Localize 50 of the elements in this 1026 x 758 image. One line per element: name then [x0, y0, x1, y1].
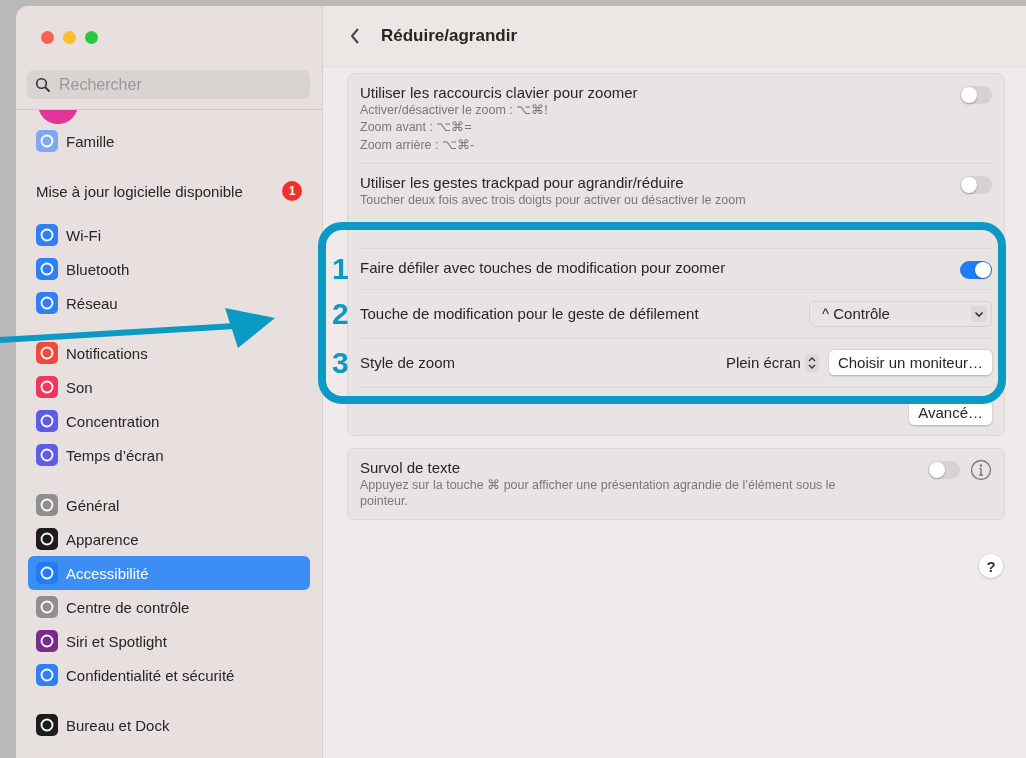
minimize-icon[interactable] — [63, 31, 76, 44]
setting-label: Touche de modification pour le geste de défilement — [360, 305, 700, 323]
sidebar-item[interactable]: Wi-Fi — [28, 218, 310, 252]
sidebar-item[interactable]: Général — [28, 488, 310, 522]
sidebar-item[interactable]: Apparence — [28, 522, 310, 556]
annotation-number: 1 — [332, 251, 349, 286]
sidebar-item[interactable]: Famille — [28, 124, 310, 158]
stepper-arrows-icon — [804, 353, 819, 372]
chevron-down-icon — [971, 305, 987, 322]
toggle-switch[interactable] — [960, 175, 992, 194]
setting-description: Toucher deux fois avec trois doigts pour activer ou désactiver le zoom — [360, 191, 747, 208]
setting-label: Survol de texte — [360, 458, 462, 476]
sidebar-item[interactable]: Réseau — [28, 286, 310, 320]
sidebar-label: Mise à jour logicielle disponible — [36, 182, 243, 200]
annotation-number: 3 — [332, 345, 349, 380]
close-icon[interactable] — [41, 31, 54, 44]
toggle-switch[interactable] — [928, 460, 960, 479]
search-icon — [35, 76, 51, 93]
setting-description: Appuyez sur la touche ⌘ pour afficher une présentation agrandie de l’élément sous le pointeur. — [360, 476, 837, 510]
setting-label: Style de zoom — [360, 354, 457, 372]
search-field[interactable]: Rechercher — [27, 70, 310, 99]
notification-badge: 1 — [282, 181, 302, 201]
sidebar-item[interactable]: Centre de contrôle — [28, 590, 310, 624]
search-input[interactable]: Rechercher — [57, 74, 302, 95]
sidebar-item[interactable]: Concentration — [28, 404, 310, 438]
sidebar-item[interactable]: Notifications — [28, 336, 310, 370]
back-icon[interactable] — [349, 27, 361, 45]
sidebar-item[interactable]: Siri et Spotlight — [28, 624, 310, 658]
setting-label: Utiliser les gestes trackpad pour agrandir/réduire — [360, 173, 685, 191]
setting-label: Utiliser les raccourcis clavier pour zoomer — [360, 84, 639, 101]
sidebar-item[interactable]: Son — [28, 370, 310, 404]
setting-description: Activer/désactiver le zoom : ⌥⌘! — [360, 102, 549, 119]
setting-label: Faire défiler avec touches de modification pour zoomer — [360, 258, 727, 276]
choose-monitor-button[interactable]: Choisir un moniteur… — [828, 350, 992, 376]
sidebar-item[interactable]: Confidentialité et sécurité — [28, 658, 310, 692]
page-title: Réduire/agrandir — [381, 26, 518, 46]
zoom-icon[interactable] — [85, 31, 98, 44]
sidebar-item[interactable]: Temps d’écran — [28, 438, 310, 472]
sidebar-item[interactable]: Bluetooth — [28, 252, 310, 286]
setting-description: Zoom arrière : ⌥⌘- — [360, 136, 476, 153]
toggle-switch[interactable] — [960, 86, 992, 104]
dropdown[interactable]: ^ Contrôle — [809, 300, 992, 327]
sidebar-item[interactable]: Bureau et Dock — [28, 708, 310, 742]
info-icon[interactable] — [970, 458, 992, 481]
toggle-switch[interactable] — [960, 260, 992, 279]
help-button[interactable]: ? — [979, 554, 1003, 579]
sidebar-item[interactable]: Mise à jour logicielle disponible 1 — [28, 174, 310, 208]
annotation-number: 2 — [332, 296, 349, 331]
setting-description: Zoom avant : ⌥⌘= — [360, 119, 473, 136]
popup-button[interactable]: Plein écran — [725, 353, 819, 372]
